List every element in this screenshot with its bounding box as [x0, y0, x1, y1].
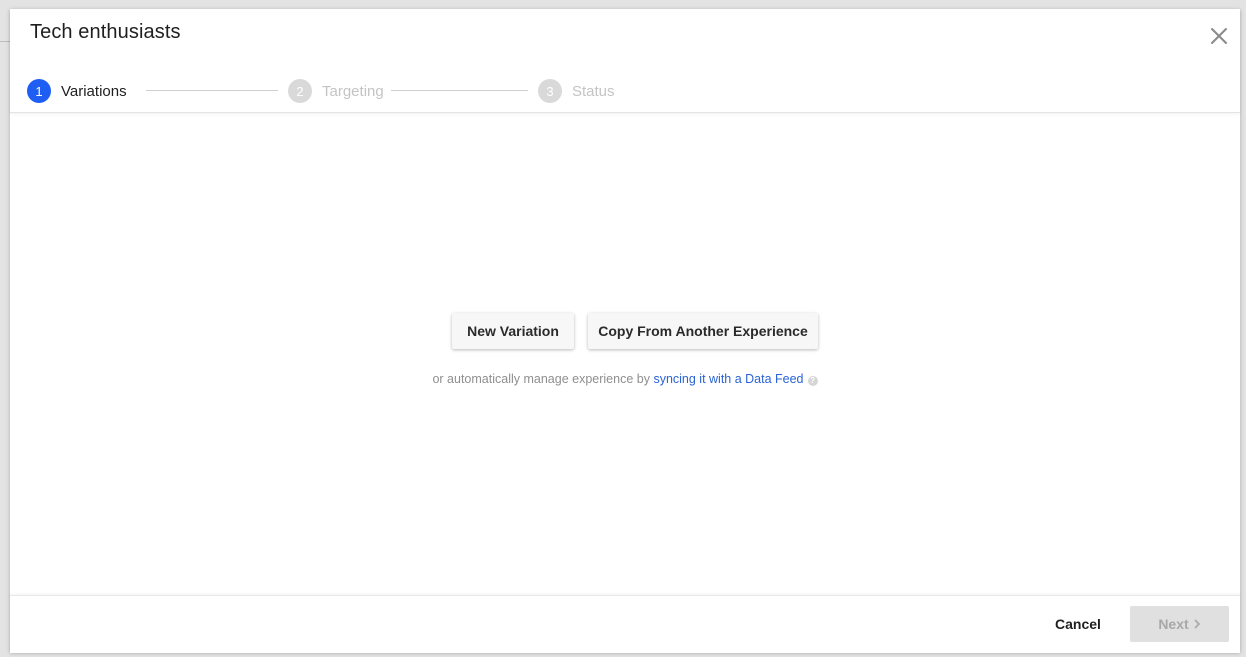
data-feed-hint: or automatically manage experience by sy…	[10, 372, 1240, 386]
modal-body: New Variation Copy From Another Experien…	[10, 113, 1240, 595]
step-number-circle: 3	[538, 79, 562, 103]
step-connector	[391, 90, 528, 91]
hint-text: or automatically manage experience by	[432, 372, 650, 386]
new-variation-button[interactable]: New Variation	[452, 313, 574, 349]
experience-modal: Tech enthusiasts 1 Variations 2 Targetin…	[10, 9, 1240, 653]
step-label: Status	[572, 82, 615, 100]
data-feed-link[interactable]: syncing it with a Data Feed	[653, 372, 803, 386]
modal-header: Tech enthusiasts 1 Variations 2 Targetin…	[10, 9, 1240, 113]
step-targeting[interactable]: 2 Targeting	[288, 79, 384, 103]
close-icon	[1211, 28, 1227, 44]
cancel-button[interactable]: Cancel	[1044, 608, 1112, 640]
close-button[interactable]	[1208, 25, 1230, 47]
backdrop-divider	[0, 41, 10, 42]
step-label: Targeting	[322, 82, 384, 100]
step-number-circle: 1	[27, 79, 51, 103]
modal-title: Tech enthusiasts	[30, 21, 181, 43]
help-icon[interactable]: ?	[807, 376, 818, 386]
step-connector	[146, 90, 278, 91]
step-status[interactable]: 3 Status	[538, 79, 615, 103]
step-number-circle: 2	[288, 79, 312, 103]
step-label: Variations	[61, 82, 127, 100]
chevron-right-icon	[1194, 619, 1200, 629]
copy-from-experience-button[interactable]: Copy From Another Experience	[588, 313, 818, 349]
step-variations[interactable]: 1 Variations	[27, 79, 127, 103]
stepper: 1 Variations 2 Targeting 3 Status	[27, 79, 647, 103]
next-button[interactable]: Next	[1130, 606, 1229, 642]
next-label: Next	[1158, 616, 1189, 632]
modal-footer: Cancel Next	[10, 595, 1240, 653]
